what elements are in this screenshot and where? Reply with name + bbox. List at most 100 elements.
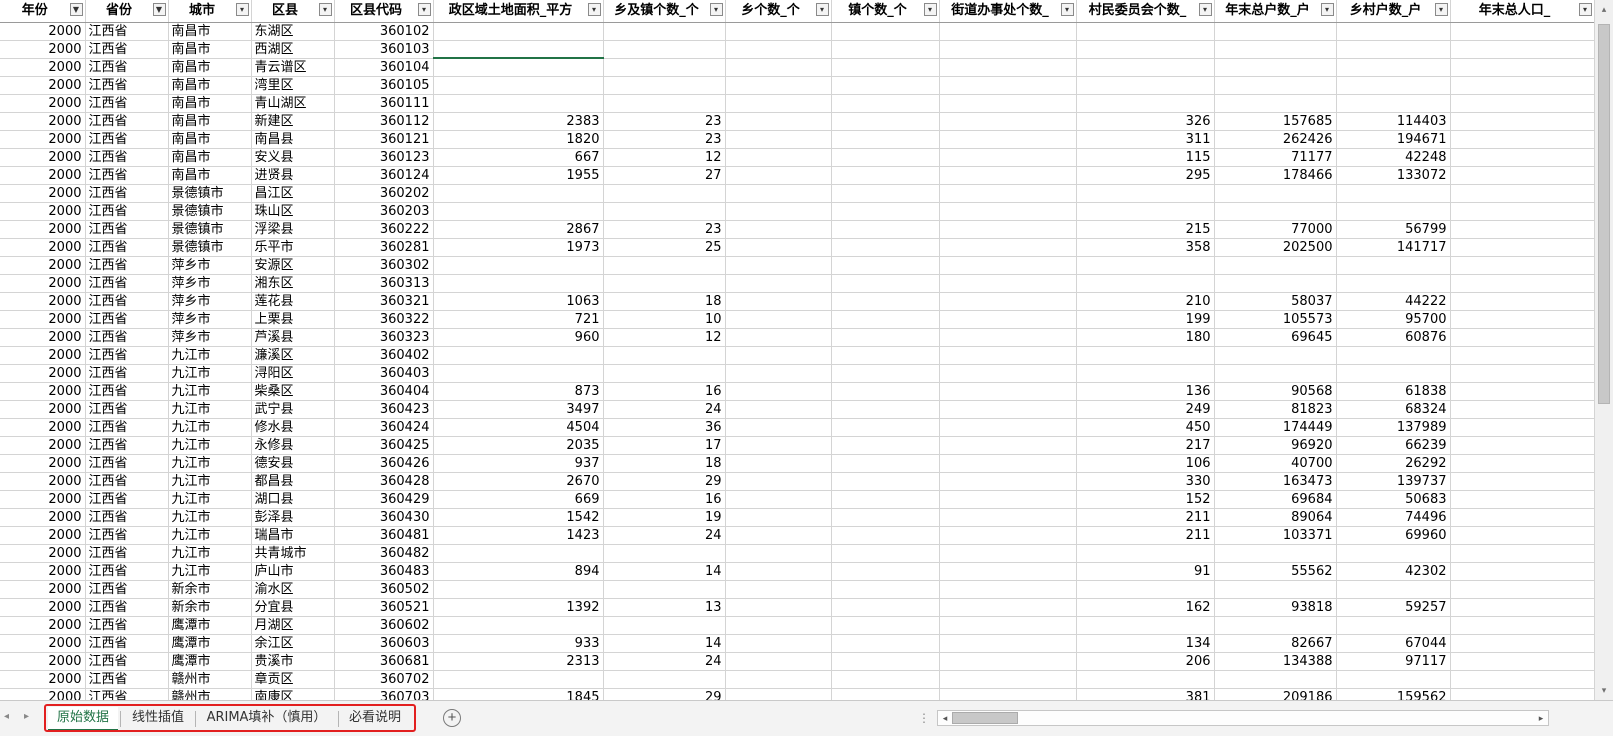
cell[interactable] <box>1336 616 1451 635</box>
cell[interactable]: 360703 <box>334 688 434 700</box>
cell[interactable]: 2000 <box>0 40 86 59</box>
cell[interactable]: 共青城市 <box>251 544 335 563</box>
cell[interactable]: 2000 <box>0 652 86 671</box>
cell[interactable]: 360313 <box>334 274 434 293</box>
cell[interactable]: 114403 <box>1336 112 1451 131</box>
cell[interactable]: 鹰潭市 <box>168 634 252 653</box>
cell[interactable] <box>725 274 832 293</box>
cell[interactable] <box>1450 202 1594 221</box>
cell[interactable] <box>1214 22 1337 41</box>
cell[interactable] <box>725 238 832 257</box>
cell[interactable]: 湘东区 <box>251 274 335 293</box>
cell[interactable] <box>1450 76 1594 95</box>
cell[interactable]: 2313 <box>433 652 604 671</box>
column-header-12[interactable]: 乡村户数_户 ▾ <box>1336 0 1451 23</box>
cell[interactable]: 194671 <box>1336 130 1451 149</box>
cell[interactable]: 南昌市 <box>168 148 252 167</box>
cell[interactable]: 江西省 <box>85 454 169 473</box>
vertical-scrollbar[interactable]: ▴ ▾ <box>1594 0 1613 700</box>
cell[interactable] <box>1450 634 1594 653</box>
cell[interactable] <box>725 292 832 311</box>
cell[interactable]: 360102 <box>334 22 434 41</box>
cell[interactable]: 667 <box>433 148 604 167</box>
cell[interactable]: 2000 <box>0 364 86 383</box>
cell[interactable] <box>433 616 604 635</box>
cell[interactable]: 66239 <box>1336 436 1451 455</box>
cell[interactable]: 萍乡市 <box>168 310 252 329</box>
cell[interactable]: 360404 <box>334 382 434 401</box>
cell[interactable]: 360112 <box>334 112 434 131</box>
cell[interactable]: 211 <box>1076 526 1215 545</box>
cell[interactable]: 九江市 <box>168 436 252 455</box>
cell[interactable]: 九江市 <box>168 400 252 419</box>
cell[interactable]: 2000 <box>0 472 86 491</box>
cell[interactable] <box>831 400 940 419</box>
cell[interactable]: 358 <box>1076 238 1215 257</box>
splitter-handle-icon[interactable]: ⋮ <box>918 711 930 725</box>
cell[interactable]: 2000 <box>0 274 86 293</box>
cell[interactable]: 360281 <box>334 238 434 257</box>
cell[interactable] <box>603 22 726 41</box>
cell[interactable]: 960 <box>433 328 604 347</box>
cell[interactable]: 90568 <box>1214 382 1337 401</box>
cell[interactable] <box>939 346 1077 365</box>
cell[interactable] <box>1076 40 1215 59</box>
cell[interactable] <box>831 274 940 293</box>
cell[interactable]: 景德镇市 <box>168 184 252 203</box>
cell[interactable]: 江西省 <box>85 310 169 329</box>
cell[interactable] <box>725 328 832 347</box>
cell[interactable] <box>1076 346 1215 365</box>
scroll-down-icon[interactable]: ▾ <box>1598 684 1610 696</box>
cell[interactable]: 南昌市 <box>168 94 252 113</box>
scroll-up-icon[interactable]: ▴ <box>1598 3 1610 15</box>
cell[interactable]: 2000 <box>0 166 86 185</box>
cell[interactable]: 南昌市 <box>168 130 252 149</box>
cell[interactable] <box>939 328 1077 347</box>
cell[interactable]: 武宁县 <box>251 400 335 419</box>
cell[interactable]: 南康区 <box>251 688 335 700</box>
tab-next-icon[interactable]: ▸ <box>24 711 29 722</box>
cell[interactable]: 360483 <box>334 562 434 581</box>
cell[interactable]: 九江市 <box>168 490 252 509</box>
cell[interactable]: 937 <box>433 454 604 473</box>
cell[interactable]: 206 <box>1076 652 1215 671</box>
cell[interactable] <box>939 202 1077 221</box>
cell[interactable]: 933 <box>433 634 604 653</box>
dropdown-arrow-icon[interactable]: ▾ <box>417 3 431 16</box>
cell[interactable]: 江西省 <box>85 634 169 653</box>
cell[interactable]: 26292 <box>1336 454 1451 473</box>
cell[interactable] <box>939 220 1077 239</box>
cell[interactable]: 27 <box>603 166 726 185</box>
cell[interactable] <box>433 580 604 599</box>
cell[interactable]: 360105 <box>334 76 434 95</box>
cell[interactable] <box>939 22 1077 41</box>
cell[interactable] <box>1214 274 1337 293</box>
cell[interactable] <box>1450 310 1594 329</box>
cell[interactable]: 360111 <box>334 94 434 113</box>
cell[interactable] <box>1214 58 1337 77</box>
cell[interactable] <box>939 652 1077 671</box>
dropdown-arrow-icon[interactable]: ▾ <box>815 3 829 16</box>
cell[interactable]: 162 <box>1076 598 1215 617</box>
cell[interactable] <box>725 202 832 221</box>
cell[interactable] <box>433 364 604 383</box>
cell[interactable] <box>603 580 726 599</box>
cell[interactable]: 25 <box>603 238 726 257</box>
cell[interactable]: 95700 <box>1336 310 1451 329</box>
cell[interactable]: 湖口县 <box>251 490 335 509</box>
cell[interactable]: 10 <box>603 310 726 329</box>
cell[interactable]: 217 <box>1076 436 1215 455</box>
cell[interactable]: 萍乡市 <box>168 328 252 347</box>
cell[interactable]: 93818 <box>1214 598 1337 617</box>
cell[interactable]: 71177 <box>1214 148 1337 167</box>
cell[interactable] <box>603 346 726 365</box>
cell[interactable] <box>831 256 940 275</box>
cell[interactable]: 江西省 <box>85 94 169 113</box>
cell[interactable]: 萍乡市 <box>168 256 252 275</box>
cell[interactable]: 江西省 <box>85 544 169 563</box>
cell[interactable] <box>1450 58 1594 77</box>
horizontal-scroll-thumb[interactable] <box>952 712 1018 724</box>
cell[interactable]: 濂溪区 <box>251 346 335 365</box>
cell[interactable]: 1955 <box>433 166 604 185</box>
cell[interactable]: 江西省 <box>85 58 169 77</box>
